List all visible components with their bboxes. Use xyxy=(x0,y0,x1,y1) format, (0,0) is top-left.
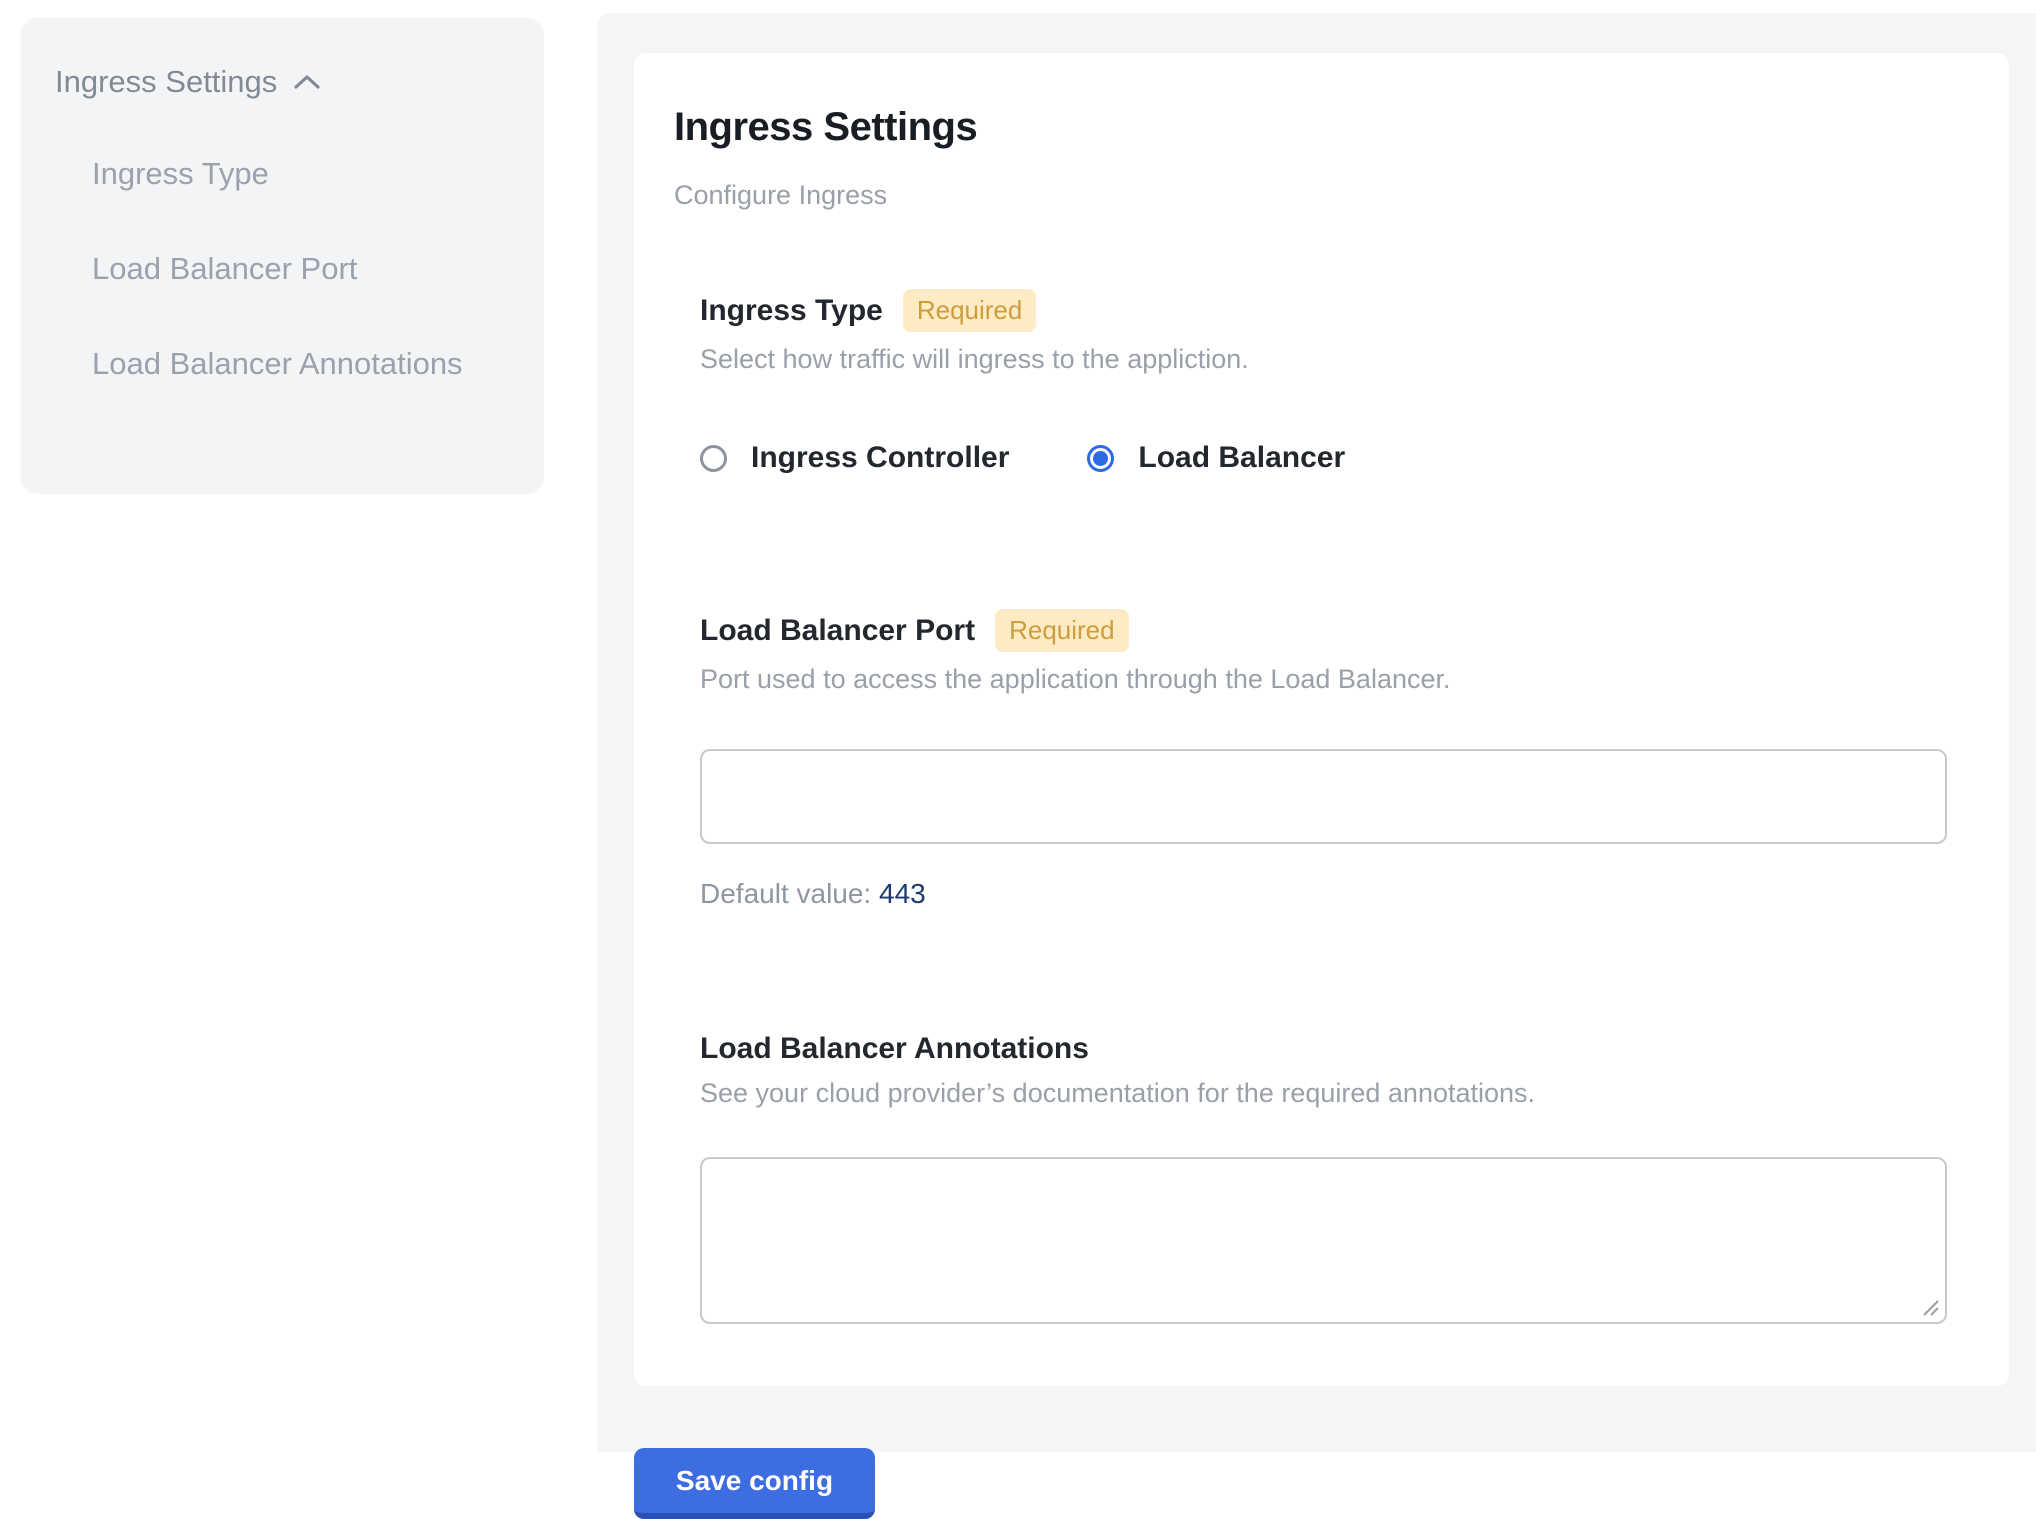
sidebar-item-load-balancer-annotations[interactable]: Load Balancer Annotations xyxy=(92,342,508,387)
default-value-line: Default value: 443 xyxy=(700,878,1947,910)
chevron-up-icon xyxy=(293,73,321,91)
sidebar-item-list: Ingress Type Load Balancer Port Load Bal… xyxy=(55,152,508,387)
save-config-button[interactable]: Save config xyxy=(634,1448,875,1519)
section-ingress-type: Ingress Type Required Select how traffic… xyxy=(700,289,1947,475)
section-load-balancer-port: Load Balancer Port Required Port used to… xyxy=(700,609,1947,910)
ingress-settings-card: Ingress Settings Configure Ingress Ingre… xyxy=(634,53,2009,1386)
radio-selected-icon[interactable] xyxy=(1087,445,1114,472)
default-value: 443 xyxy=(879,878,926,909)
radio-option-ingress-controller[interactable]: Ingress Controller xyxy=(700,441,1009,475)
lb-annotations-description: See your cloud provider’s documentation … xyxy=(700,1078,1947,1109)
sidebar-section-label: Ingress Settings xyxy=(55,64,277,100)
ingress-type-radio-group: Ingress Controller Load Balancer xyxy=(700,441,1947,475)
lb-annotations-heading: Load Balancer Annotations xyxy=(700,1032,1089,1066)
settings-nav-sidebar: Ingress Settings Ingress Type Load Balan… xyxy=(21,18,544,494)
load-balancer-port-input[interactable] xyxy=(700,749,1947,844)
lb-port-heading: Load Balancer Port xyxy=(700,614,975,648)
radio-label: Load Balancer xyxy=(1138,441,1345,475)
sidebar-section-ingress-settings[interactable]: Ingress Settings xyxy=(55,64,508,100)
radio-option-load-balancer[interactable]: Load Balancer xyxy=(1087,441,1345,475)
required-badge: Required xyxy=(903,289,1037,332)
resize-handle-icon[interactable] xyxy=(1918,1295,1940,1317)
load-balancer-annotations-textarea[interactable] xyxy=(700,1157,1947,1324)
sidebar-item-load-balancer-port[interactable]: Load Balancer Port xyxy=(92,247,508,292)
ingress-type-heading: Ingress Type xyxy=(700,294,883,328)
required-badge: Required xyxy=(995,609,1129,652)
radio-unselected-icon[interactable] xyxy=(700,445,727,472)
main-panel: Ingress Settings Configure Ingress Ingre… xyxy=(597,13,2036,1452)
default-value-label: Default value: xyxy=(700,878,871,909)
ingress-type-description: Select how traffic will ingress to the a… xyxy=(700,344,1947,375)
radio-label: Ingress Controller xyxy=(751,441,1009,475)
page-title: Ingress Settings xyxy=(674,105,1947,150)
lb-port-description: Port used to access the application thro… xyxy=(700,664,1947,695)
sidebar-item-ingress-type[interactable]: Ingress Type xyxy=(92,152,508,197)
page-subtitle: Configure Ingress xyxy=(674,180,1947,211)
section-load-balancer-annotations: Load Balancer Annotations See your cloud… xyxy=(700,1032,1947,1324)
